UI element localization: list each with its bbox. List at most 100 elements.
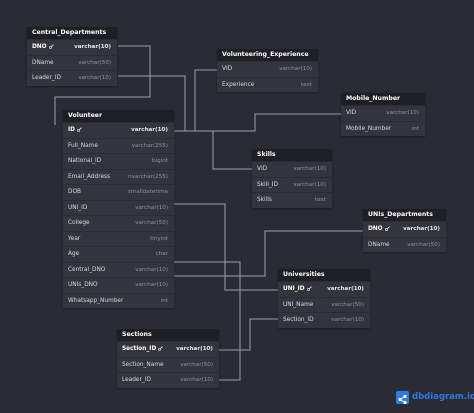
table-row[interactable]: Experience text: [217, 76, 318, 93]
table-row[interactable]: VID varchar(10): [217, 61, 318, 77]
field-name: UNI_ID: [283, 286, 305, 292]
field-name: Skills: [257, 197, 272, 203]
dbdiagram-logo-icon: [396, 390, 409, 404]
field-type: varchar(10): [131, 127, 168, 133]
table-row[interactable]: UNIs_DNO varchar(10): [63, 277, 174, 293]
table-title: UNIs_Departments: [363, 209, 446, 221]
table-row[interactable]: Email_Address nvarchar(255): [63, 168, 174, 185]
field-name: DOB: [68, 189, 82, 195]
table-central-departments[interactable]: Central_Departments DNO varchar(10) DName…: [27, 27, 117, 86]
field-type: varchar(50): [331, 301, 364, 308]
table-title: Skills: [252, 149, 332, 161]
field-type: varchar(10): [279, 66, 312, 72]
table-row[interactable]: Skill_ID varchar(10): [252, 176, 332, 193]
primary-key-icon: [48, 44, 54, 49]
field-name: Section_ID: [122, 346, 157, 352]
field-type: varchar(10): [327, 286, 364, 292]
table-volunteer[interactable]: Volunteer ID varchar(10) Full_Name varchar…: [63, 110, 174, 308]
table-row[interactable]: DNO varchar(10): [363, 221, 446, 237]
table-title: Mobile_Number: [341, 93, 425, 105]
field-name: Leader_ID: [122, 377, 151, 383]
field-name: Email_Address: [68, 173, 111, 180]
table-volunteering-experience[interactable]: Volunteering_Experience VID varchar(10) E…: [217, 49, 318, 92]
table-row[interactable]: Year tinyint: [63, 230, 174, 247]
table-row[interactable]: Full_Name varchar(255): [63, 137, 174, 154]
field-name: DName: [368, 241, 390, 248]
field-name: Skill_ID: [257, 181, 278, 188]
table-row[interactable]: UNI_ID varchar(10): [278, 281, 370, 297]
field-name: Leader_ID: [32, 75, 61, 81]
field-name: DNO: [32, 44, 47, 50]
field-type: varchar(10): [403, 226, 440, 232]
table-sections[interactable]: Sections Section_ID varchar(10) Section_N…: [117, 329, 219, 388]
table-row[interactable]: VID varchar(10): [252, 161, 332, 177]
table-row[interactable]: Central_DNO varchar(10): [63, 261, 174, 278]
table-row[interactable]: DName varchar(50): [27, 54, 117, 71]
field-name: UNI_Name: [283, 301, 314, 308]
field-type: int: [411, 125, 419, 132]
table-row[interactable]: VID varchar(10): [341, 105, 425, 121]
table-universities[interactable]: Universities UNI_ID varchar(10) UNI_Name v…: [278, 269, 370, 328]
field-name: DName: [32, 59, 54, 66]
field-name: Central_DNO: [68, 266, 106, 273]
field-name: Section_ID: [283, 317, 314, 323]
table-row[interactable]: UNI_ID varchar(10): [63, 199, 174, 216]
primary-key-icon: [384, 226, 390, 231]
field-type: int: [160, 297, 168, 304]
table-row[interactable]: ID varchar(10): [63, 122, 174, 138]
field-type: varchar(10): [135, 266, 168, 273]
table-title: Central_Departments: [27, 27, 117, 39]
table-row[interactable]: Section_ID varchar(10): [278, 312, 370, 328]
table-row[interactable]: Age char: [63, 246, 174, 262]
dbdiagram-logo[interactable]: dbdiagram.io: [396, 389, 474, 405]
field-name: Full_Name: [68, 142, 98, 149]
field-type: char: [155, 251, 168, 257]
table-row[interactable]: DNO varchar(10): [27, 39, 117, 55]
table-row[interactable]: DOB smalldatetime: [63, 184, 174, 200]
table-title: Sections: [117, 329, 219, 341]
table-row[interactable]: DName varchar(50): [363, 236, 446, 253]
logo-text: dbdiagram.io: [412, 392, 474, 402]
table-title: Volunteering_Experience: [217, 49, 318, 61]
diagram-canvas[interactable]: Central_Departments DNO varchar(10) DName…: [0, 0, 474, 413]
field-type: varchar(255): [131, 142, 168, 149]
table-skills[interactable]: Skills VID varchar(10) Skill_ID varchar(10…: [252, 149, 332, 208]
field-type: varchar(10): [386, 110, 419, 116]
rel-volunteer-mobile-number: [174, 113, 341, 132]
field-name: ID: [68, 127, 75, 133]
field-name: Mobile_Number: [346, 125, 392, 132]
field-type: varchar(50): [407, 241, 440, 248]
primary-key-icon: [77, 127, 82, 132]
primary-key-icon: [306, 286, 312, 291]
table-row[interactable]: College varchar(50): [63, 215, 174, 231]
field-type: varchar(10): [78, 75, 111, 81]
table-row[interactable]: Section_ID varchar(10): [117, 341, 219, 357]
field-name: Year: [68, 235, 81, 242]
field-type: text: [300, 81, 312, 88]
table-unis-departments[interactable]: UNIs_Departments DNO varchar(10) DName var…: [363, 209, 446, 252]
field-name: VID: [222, 66, 233, 72]
table-row[interactable]: Leader_ID varchar(10): [27, 70, 117, 86]
field-type: varchar(50): [78, 59, 111, 66]
table-row[interactable]: UNI_Name varchar(50): [278, 296, 370, 313]
table-row[interactable]: Skills text: [252, 192, 332, 208]
field-name: VID: [257, 166, 268, 172]
rel-universities-sections: [219, 318, 278, 351]
field-type: varchar(10): [293, 166, 326, 172]
field-name: Age: [68, 251, 80, 257]
field-type: tinyint: [150, 235, 168, 242]
table-mobile-number[interactable]: Mobile_Number VID varchar(10) Mobile_Numb…: [341, 93, 425, 136]
field-type: bigint: [152, 158, 168, 164]
field-type: varchar(10): [176, 346, 213, 352]
rel-volunteer-universities: [174, 203, 278, 291]
table-row[interactable]: Whatsapp_Number int: [63, 292, 174, 309]
field-name: National_ID: [68, 158, 102, 164]
rel-volunteer-skills: [174, 130, 252, 170]
field-type: varchar(10): [293, 181, 326, 188]
table-row[interactable]: National_ID bigint: [63, 153, 174, 169]
table-row[interactable]: Section_Name varchar(50): [117, 356, 219, 373]
table-row[interactable]: Leader_ID varchar(10): [117, 372, 219, 388]
field-name: College: [68, 220, 90, 226]
table-row[interactable]: Mobile_Number int: [341, 120, 425, 137]
field-name: DNO: [368, 226, 383, 232]
